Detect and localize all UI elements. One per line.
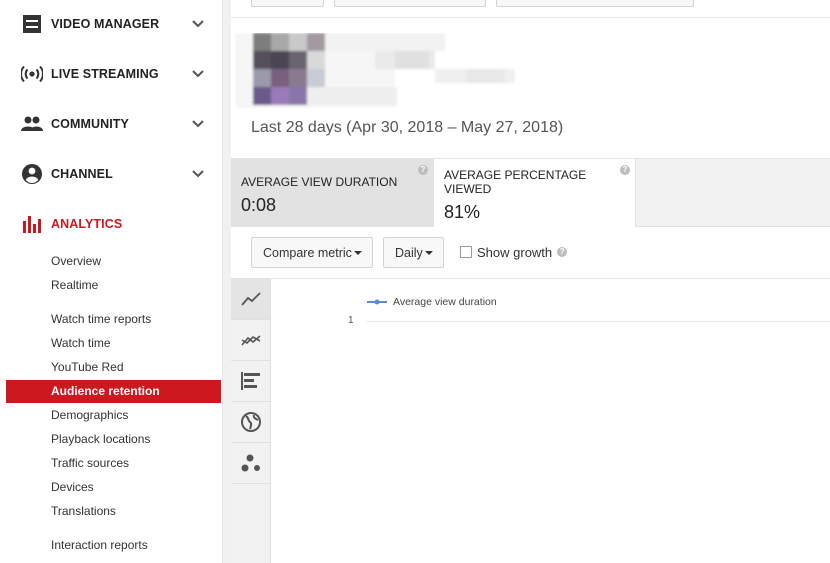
metric-card-average-view-duration[interactable]: AVERAGE VIEW DURATION 0:08 ? [231, 159, 434, 227]
metric-label: AVERAGE VIEW DURATION [241, 175, 398, 189]
bar-chart-button[interactable] [231, 361, 270, 402]
line-chart-button[interactable] [231, 279, 270, 320]
nav-community-label: COMMUNITY [51, 117, 129, 131]
interval-dropdown[interactable]: Daily [383, 237, 444, 268]
map-chart-button[interactable] [231, 402, 270, 443]
channel-icon [21, 163, 43, 185]
top-toolbar-button[interactable] [251, 0, 324, 7]
metric-value: 81% [444, 202, 481, 222]
chevron-down-icon [191, 17, 205, 31]
analytics-icon [21, 213, 43, 235]
nav-video-manager[interactable]: VIDEO MANAGER [0, 0, 222, 49]
nav-community[interactable]: COMMUNITY [0, 99, 222, 149]
bubble-chart-icon [241, 454, 260, 472]
sidebar-item-demographics[interactable]: Demographics [6, 404, 221, 427]
sidebar-item-watch-time-reports[interactable]: Watch time reports [6, 308, 221, 331]
sidebar-item-overview[interactable]: Overview [6, 250, 221, 273]
chart-area: Average view duration 1 [271, 279, 830, 563]
sidebar-divider [222, 0, 231, 563]
sidebar-item-youtube-red[interactable]: YouTube Red [6, 356, 221, 379]
community-icon [21, 113, 43, 135]
metric-cards: AVERAGE VIEW DURATION 0:08 ? AVERAGE PER… [231, 158, 830, 227]
help-icon[interactable]: ? [620, 165, 630, 175]
date-range: Last 28 days (Apr 30, 2018 – May 27, 201… [251, 119, 564, 136]
show-growth-toggle[interactable]: Show growth ? [460, 244, 568, 260]
sidebar-item-audience-retention[interactable]: Audience retention [6, 380, 221, 403]
sidebar: VIDEO MANAGER LIVE STREAMING COMMUNITY C… [0, 0, 222, 563]
top-toolbar-button[interactable] [334, 0, 486, 7]
sidebar-item-translations[interactable]: Translations [6, 500, 221, 523]
chart-legend: Average view duration [367, 296, 497, 308]
live-streaming-icon [21, 63, 43, 85]
globe-map-icon [240, 412, 261, 432]
interval-label: Daily [395, 245, 423, 260]
chart-gridline [366, 321, 830, 322]
line-chart-icon [240, 292, 261, 306]
bubble-chart-button[interactable] [231, 443, 270, 484]
chart-type-rail [231, 279, 271, 563]
nav-live-streaming[interactable]: LIVE STREAMING [0, 49, 222, 99]
sidebar-item-playback-locations[interactable]: Playback locations [6, 428, 221, 451]
help-icon[interactable]: ? [557, 247, 568, 257]
show-growth-checkbox[interactable] [460, 246, 472, 258]
sidebar-item-devices[interactable]: Devices [6, 476, 221, 499]
caret-down-icon [425, 251, 433, 255]
help-icon[interactable]: ? [418, 165, 428, 175]
compare-metric-label: Compare metric [263, 245, 352, 260]
video-manager-icon [21, 13, 43, 35]
nav-channel[interactable]: CHANNEL [0, 149, 222, 199]
nav-live-streaming-label: LIVE STREAMING [51, 67, 159, 81]
toolbar-divider [231, 17, 830, 18]
metric-card-average-percentage-viewed[interactable]: AVERAGE PERCENTAGE VIEWED 81% ? [434, 159, 636, 227]
sidebar-item-traffic-sources[interactable]: Traffic sources [6, 452, 221, 475]
nav-channel-label: CHANNEL [51, 167, 113, 181]
top-toolbar-button[interactable] [496, 0, 694, 7]
legend-series-swatch [367, 299, 387, 305]
bar-chart-icon [240, 372, 260, 390]
chevron-down-icon [191, 117, 205, 131]
multiline-chart-icon [240, 335, 261, 346]
show-growth-label: Show growth [477, 244, 553, 260]
chevron-down-icon [191, 67, 205, 81]
legend-series-label: Average view duration [393, 296, 497, 308]
sidebar-item-interaction-reports[interactable]: Interaction reports [6, 534, 221, 557]
metric-label: AVERAGE PERCENTAGE VIEWED [444, 168, 587, 196]
nav-video-manager-label: VIDEO MANAGER [51, 17, 160, 31]
multiline-chart-button[interactable] [231, 320, 270, 361]
nav-analytics-label: ANALYTICS [51, 217, 123, 231]
main-content: Last 28 days (Apr 30, 2018 – May 27, 201… [231, 0, 830, 563]
caret-down-icon [354, 251, 362, 255]
metric-value: 0:08 [241, 195, 277, 215]
sidebar-item-realtime[interactable]: Realtime [6, 274, 221, 297]
nav-analytics[interactable]: ANALYTICS [0, 199, 222, 249]
compare-metric-dropdown[interactable]: Compare metric [251, 237, 373, 268]
blurred-video-thumbnail [235, 33, 515, 108]
sidebar-item-watch-time[interactable]: Watch time [6, 332, 221, 355]
y-axis-tick-label: 1 [348, 315, 354, 326]
chevron-down-icon [191, 167, 205, 181]
